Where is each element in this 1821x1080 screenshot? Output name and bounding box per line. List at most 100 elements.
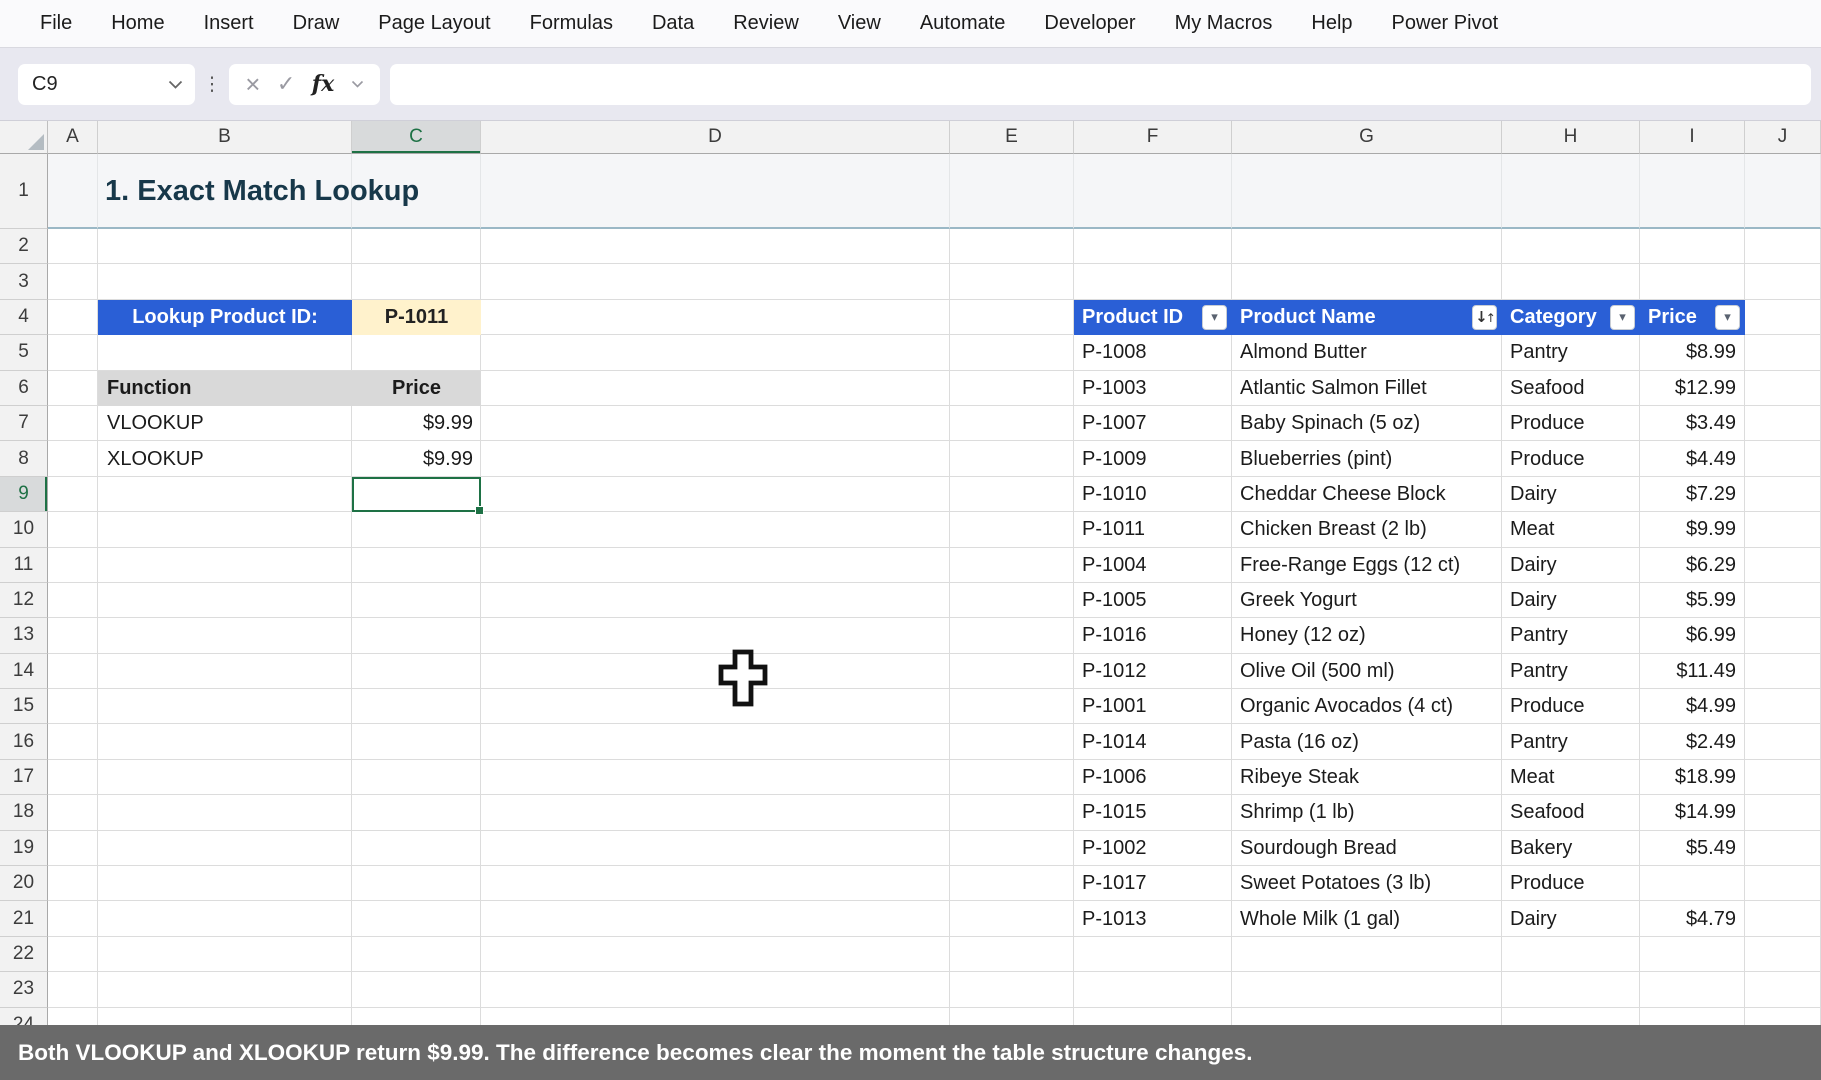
price-cell[interactable]: $2.49 bbox=[1640, 724, 1745, 759]
row-header-17[interactable]: 17 bbox=[0, 760, 48, 795]
price-cell[interactable]: $4.99 bbox=[1640, 689, 1745, 724]
column-header-C[interactable]: C bbox=[352, 121, 481, 154]
grid-cell[interactable] bbox=[1745, 406, 1821, 441]
grid-cell[interactable] bbox=[352, 937, 481, 972]
product-id-cell[interactable]: P-1003 bbox=[1074, 371, 1232, 406]
grid-cell[interactable] bbox=[48, 937, 98, 972]
grid-cell[interactable] bbox=[1745, 583, 1821, 618]
grid-cell[interactable] bbox=[481, 335, 950, 370]
grid-cell[interactable] bbox=[1745, 724, 1821, 759]
grid-cell[interactable] bbox=[481, 441, 950, 476]
grid-cell[interactable] bbox=[1745, 937, 1821, 972]
grid-cell[interactable] bbox=[950, 477, 1074, 512]
grid-cell[interactable] bbox=[48, 689, 98, 724]
grid-cell[interactable] bbox=[98, 972, 352, 1007]
sort-ascending-filter-icon[interactable]: ↓↑ bbox=[1472, 305, 1497, 330]
grid-cell[interactable] bbox=[1640, 972, 1745, 1007]
grid-cell[interactable] bbox=[48, 972, 98, 1007]
product-name-cell[interactable]: Sourdough Bread bbox=[1232, 831, 1502, 866]
table-header-product-name[interactable]: Product Name ↓↑ bbox=[1232, 300, 1502, 335]
grid-cell[interactable] bbox=[950, 760, 1074, 795]
category-cell[interactable]: Produce bbox=[1502, 689, 1640, 724]
lookup-label-cell[interactable]: Lookup Product ID: bbox=[98, 300, 352, 335]
grid-cell[interactable] bbox=[98, 689, 352, 724]
grid-cell[interactable] bbox=[1074, 937, 1232, 972]
grid-cell[interactable] bbox=[950, 371, 1074, 406]
menu-item-page-layout[interactable]: Page Layout bbox=[378, 12, 490, 35]
fill-handle[interactable] bbox=[475, 506, 484, 515]
grid-cell[interactable] bbox=[48, 229, 98, 264]
function-header-cell[interactable]: Function bbox=[98, 371, 352, 406]
grid-cell[interactable] bbox=[48, 795, 98, 830]
price-header-cell[interactable]: Price bbox=[352, 371, 481, 406]
product-name-cell[interactable]: Pasta (16 oz) bbox=[1232, 724, 1502, 759]
column-header-F[interactable]: F bbox=[1074, 121, 1232, 154]
grid-cell[interactable] bbox=[1074, 264, 1232, 299]
category-cell[interactable]: Pantry bbox=[1502, 618, 1640, 653]
menu-item-help[interactable]: Help bbox=[1311, 12, 1352, 35]
grid-cell[interactable] bbox=[98, 901, 352, 936]
grid-cell[interactable] bbox=[950, 512, 1074, 547]
row-header-10[interactable]: 10 bbox=[0, 512, 48, 547]
product-id-cell[interactable]: P-1009 bbox=[1074, 441, 1232, 476]
product-id-cell[interactable]: P-1011 bbox=[1074, 512, 1232, 547]
grid-cell[interactable] bbox=[352, 795, 481, 830]
category-cell[interactable]: Dairy bbox=[1502, 583, 1640, 618]
grid-cell[interactable] bbox=[950, 901, 1074, 936]
grid-cell[interactable] bbox=[950, 831, 1074, 866]
grid-cell[interactable] bbox=[1074, 154, 1232, 229]
menu-item-insert[interactable]: Insert bbox=[204, 12, 254, 35]
price-cell[interactable]: $7.29 bbox=[1640, 477, 1745, 512]
price-cell[interactable]: $9.99 bbox=[1640, 512, 1745, 547]
grid-cell[interactable] bbox=[352, 654, 481, 689]
grid-cell[interactable] bbox=[48, 618, 98, 653]
grid-cell[interactable] bbox=[1745, 371, 1821, 406]
row-header-15[interactable]: 15 bbox=[0, 689, 48, 724]
row-header-13[interactable]: 13 bbox=[0, 618, 48, 653]
grid-cell[interactable] bbox=[481, 477, 950, 512]
grid-cell[interactable] bbox=[950, 229, 1074, 264]
chevron-down-icon[interactable] bbox=[168, 80, 183, 89]
grid-cell[interactable] bbox=[950, 406, 1074, 441]
grid-cell[interactable] bbox=[1640, 264, 1745, 299]
price-cell[interactable]: $6.29 bbox=[1640, 548, 1745, 583]
category-cell[interactable]: Produce bbox=[1502, 866, 1640, 901]
category-cell[interactable]: Dairy bbox=[1502, 901, 1640, 936]
row-header-9[interactable]: 9 bbox=[0, 477, 48, 512]
row-header-5[interactable]: 5 bbox=[0, 335, 48, 370]
grid-cell[interactable] bbox=[48, 512, 98, 547]
price-cell[interactable]: $11.49 bbox=[1640, 654, 1745, 689]
grid-cell[interactable] bbox=[1745, 548, 1821, 583]
grid-cell[interactable] bbox=[352, 335, 481, 370]
grid-cell[interactable] bbox=[98, 548, 352, 583]
grid-cell[interactable] bbox=[48, 866, 98, 901]
row-header-7[interactable]: 7 bbox=[0, 406, 48, 441]
grid-cell[interactable] bbox=[48, 154, 98, 229]
menu-item-developer[interactable]: Developer bbox=[1044, 12, 1135, 35]
grid-cell[interactable] bbox=[48, 371, 98, 406]
product-name-cell[interactable]: Atlantic Salmon Fillet bbox=[1232, 371, 1502, 406]
price-cell[interactable]: $3.49 bbox=[1640, 406, 1745, 441]
grid-cell[interactable] bbox=[1502, 972, 1640, 1007]
grid-cell[interactable] bbox=[950, 724, 1074, 759]
grid-cell[interactable] bbox=[1745, 335, 1821, 370]
grid-cell[interactable] bbox=[481, 760, 950, 795]
grid-cell[interactable] bbox=[352, 972, 481, 1007]
grid-cell[interactable] bbox=[950, 654, 1074, 689]
filter-dropdown-icon[interactable]: ▾ bbox=[1202, 305, 1227, 330]
grid-cell[interactable] bbox=[352, 831, 481, 866]
menu-item-draw[interactable]: Draw bbox=[293, 12, 340, 35]
grid-cell[interactable] bbox=[98, 583, 352, 618]
grid-cell[interactable] bbox=[1745, 477, 1821, 512]
grid-cell[interactable] bbox=[352, 618, 481, 653]
grid-cell[interactable] bbox=[1640, 937, 1745, 972]
grid-cell[interactable] bbox=[1232, 937, 1502, 972]
column-header-D[interactable]: D bbox=[481, 121, 950, 154]
filter-dropdown-icon[interactable]: ▾ bbox=[1715, 305, 1740, 330]
product-name-cell[interactable]: Ribeye Steak bbox=[1232, 760, 1502, 795]
name-box[interactable]: C9 bbox=[18, 64, 195, 105]
grid-cell[interactable] bbox=[950, 866, 1074, 901]
vlookup-label-cell[interactable]: VLOOKUP bbox=[98, 406, 352, 441]
row-header-23[interactable]: 23 bbox=[0, 972, 48, 1007]
category-cell[interactable]: Bakery bbox=[1502, 831, 1640, 866]
